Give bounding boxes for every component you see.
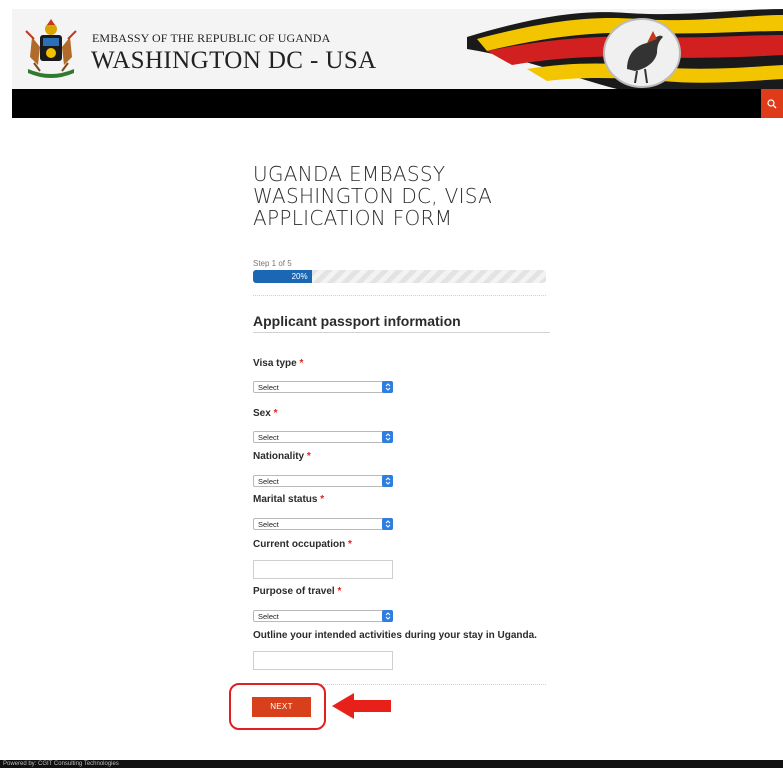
purpose-value: Select: [258, 612, 279, 621]
coat-of-arms-logo: [25, 19, 77, 78]
section-divider: [253, 332, 550, 333]
visa-type-value: Select: [258, 383, 279, 392]
next-button[interactable]: NEXT: [252, 697, 311, 717]
visa-type-select[interactable]: Select: [253, 381, 393, 393]
search-button[interactable]: [761, 89, 783, 118]
marital-status-select[interactable]: Select: [253, 518, 393, 530]
footer-credit: Powered by: CGIT Consulting Technologies: [3, 761, 119, 767]
marital-status-value: Select: [258, 520, 279, 529]
footer: Powered by: CGIT Consulting Technologies: [0, 760, 783, 768]
occupation-label: Current occupation *: [253, 539, 352, 550]
purpose-select[interactable]: Select: [253, 610, 393, 622]
page-title: UGANDA EMBASSY WASHINGTON DC, VISA APPLI…: [253, 162, 493, 230]
activities-label: Outline your intended activities during …: [253, 630, 537, 641]
purpose-label: Purpose of travel *: [253, 586, 342, 597]
progress-bar: 20%: [253, 270, 546, 283]
activities-input[interactable]: [253, 651, 393, 670]
visa-type-label: Visa type *: [253, 358, 304, 369]
sex-label: Sex *: [253, 408, 278, 419]
embassy-name: EMBASSY OF THE REPUBLIC OF UGANDA: [92, 31, 331, 45]
nationality-select[interactable]: Select: [253, 475, 393, 487]
marital-status-label: Marital status *: [253, 494, 325, 505]
progress-fill: 20%: [253, 270, 312, 283]
nav-bar: [12, 89, 783, 118]
step-indicator: Step 1 of 5: [253, 259, 292, 268]
sex-value: Select: [258, 433, 279, 442]
occupation-input[interactable]: [253, 560, 393, 579]
select-arrows-icon: [382, 475, 393, 487]
select-arrows-icon: [382, 431, 393, 443]
search-icon: [767, 98, 777, 108]
nationality-label: Nationality *: [253, 451, 311, 462]
annotation-arrow-icon: [332, 693, 391, 719]
select-arrows-icon: [382, 381, 393, 393]
header-banner: EMBASSY OF THE REPUBLIC OF UGANDA WASHIN…: [12, 9, 783, 89]
select-arrows-icon: [382, 518, 393, 530]
nationality-value: Select: [258, 477, 279, 486]
select-arrows-icon: [382, 610, 393, 622]
site-title: WASHINGTON DC - USA: [91, 47, 377, 74]
section-title: Applicant passport information: [253, 313, 461, 329]
uganda-flag-banner: [467, 9, 783, 89]
sex-select[interactable]: Select: [253, 431, 393, 443]
divider: [253, 295, 546, 296]
